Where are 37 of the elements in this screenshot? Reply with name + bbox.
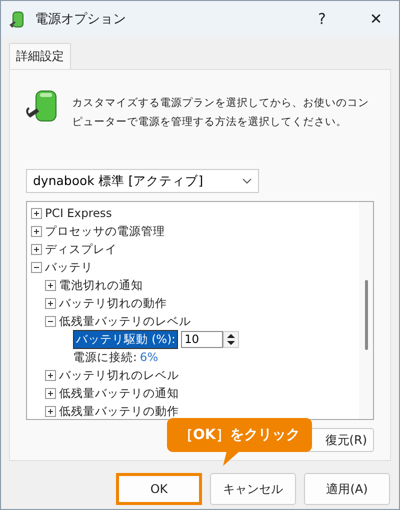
- tree-item[interactable]: 低残量バッテリの動作: [59, 404, 179, 419]
- setting-label: 電源に接続:: [73, 350, 137, 365]
- percent-field[interactable]: 10: [181, 330, 224, 348]
- spinner-arrows-icon[interactable]: [223, 330, 240, 348]
- expand-icon[interactable]: [45, 298, 56, 309]
- plan-dropdown[interactable]: dynabook 標準 [アクティブ]: [26, 169, 259, 194]
- scrollbar-thumb[interactable]: [364, 280, 368, 350]
- dialog-button[interactable]: OK: [116, 473, 202, 505]
- setting-value[interactable]: 6%: [140, 350, 158, 364]
- tab[interactable]: 詳細設定: [9, 43, 71, 69]
- tree-item[interactable]: ディスプレイ: [45, 242, 117, 257]
- expand-icon[interactable]: [45, 406, 56, 417]
- description-text: カスタマイズする電源プランを選択してから、お使いのコンピューターで電源を管理する方法を選択してください。: [72, 96, 370, 130]
- dialog-button[interactable]: 適用(A): [304, 473, 390, 505]
- tree-item[interactable]: バッテリ: [45, 260, 93, 275]
- collapse-icon[interactable]: [45, 316, 56, 327]
- expand-icon[interactable]: [45, 370, 56, 381]
- setting-label: バッテリ駆動 (%):: [73, 330, 178, 349]
- restore-button[interactable]: 復元(R): [306, 428, 374, 452]
- help-button[interactable]: ?: [299, 1, 345, 37]
- expand-icon[interactable]: [31, 244, 42, 255]
- tree-item[interactable]: 低残量バッテリの通知: [59, 386, 179, 401]
- close-button[interactable]: ✕: [353, 1, 399, 37]
- collapse-icon[interactable]: [31, 262, 42, 273]
- expand-icon[interactable]: [45, 280, 56, 291]
- tree-item[interactable]: 電池切れの通知: [59, 278, 143, 293]
- window-title: 電源オプション: [35, 11, 127, 28]
- tree-item[interactable]: プロセッサの電源管理: [45, 224, 165, 239]
- dialog-button[interactable]: キャンセル: [210, 473, 296, 505]
- tree-item[interactable]: バッテリ切れのレベル: [59, 368, 179, 383]
- tree-item[interactable]: バッテリ切れの動作: [59, 296, 167, 311]
- expand-icon[interactable]: [31, 208, 42, 219]
- expand-icon[interactable]: [31, 226, 42, 237]
- chevron-down-icon: [242, 178, 252, 184]
- tree-item[interactable]: 低残量バッテリのレベル: [59, 314, 191, 329]
- tree-item[interactable]: PCI Express: [45, 206, 112, 220]
- expand-icon[interactable]: [45, 388, 56, 399]
